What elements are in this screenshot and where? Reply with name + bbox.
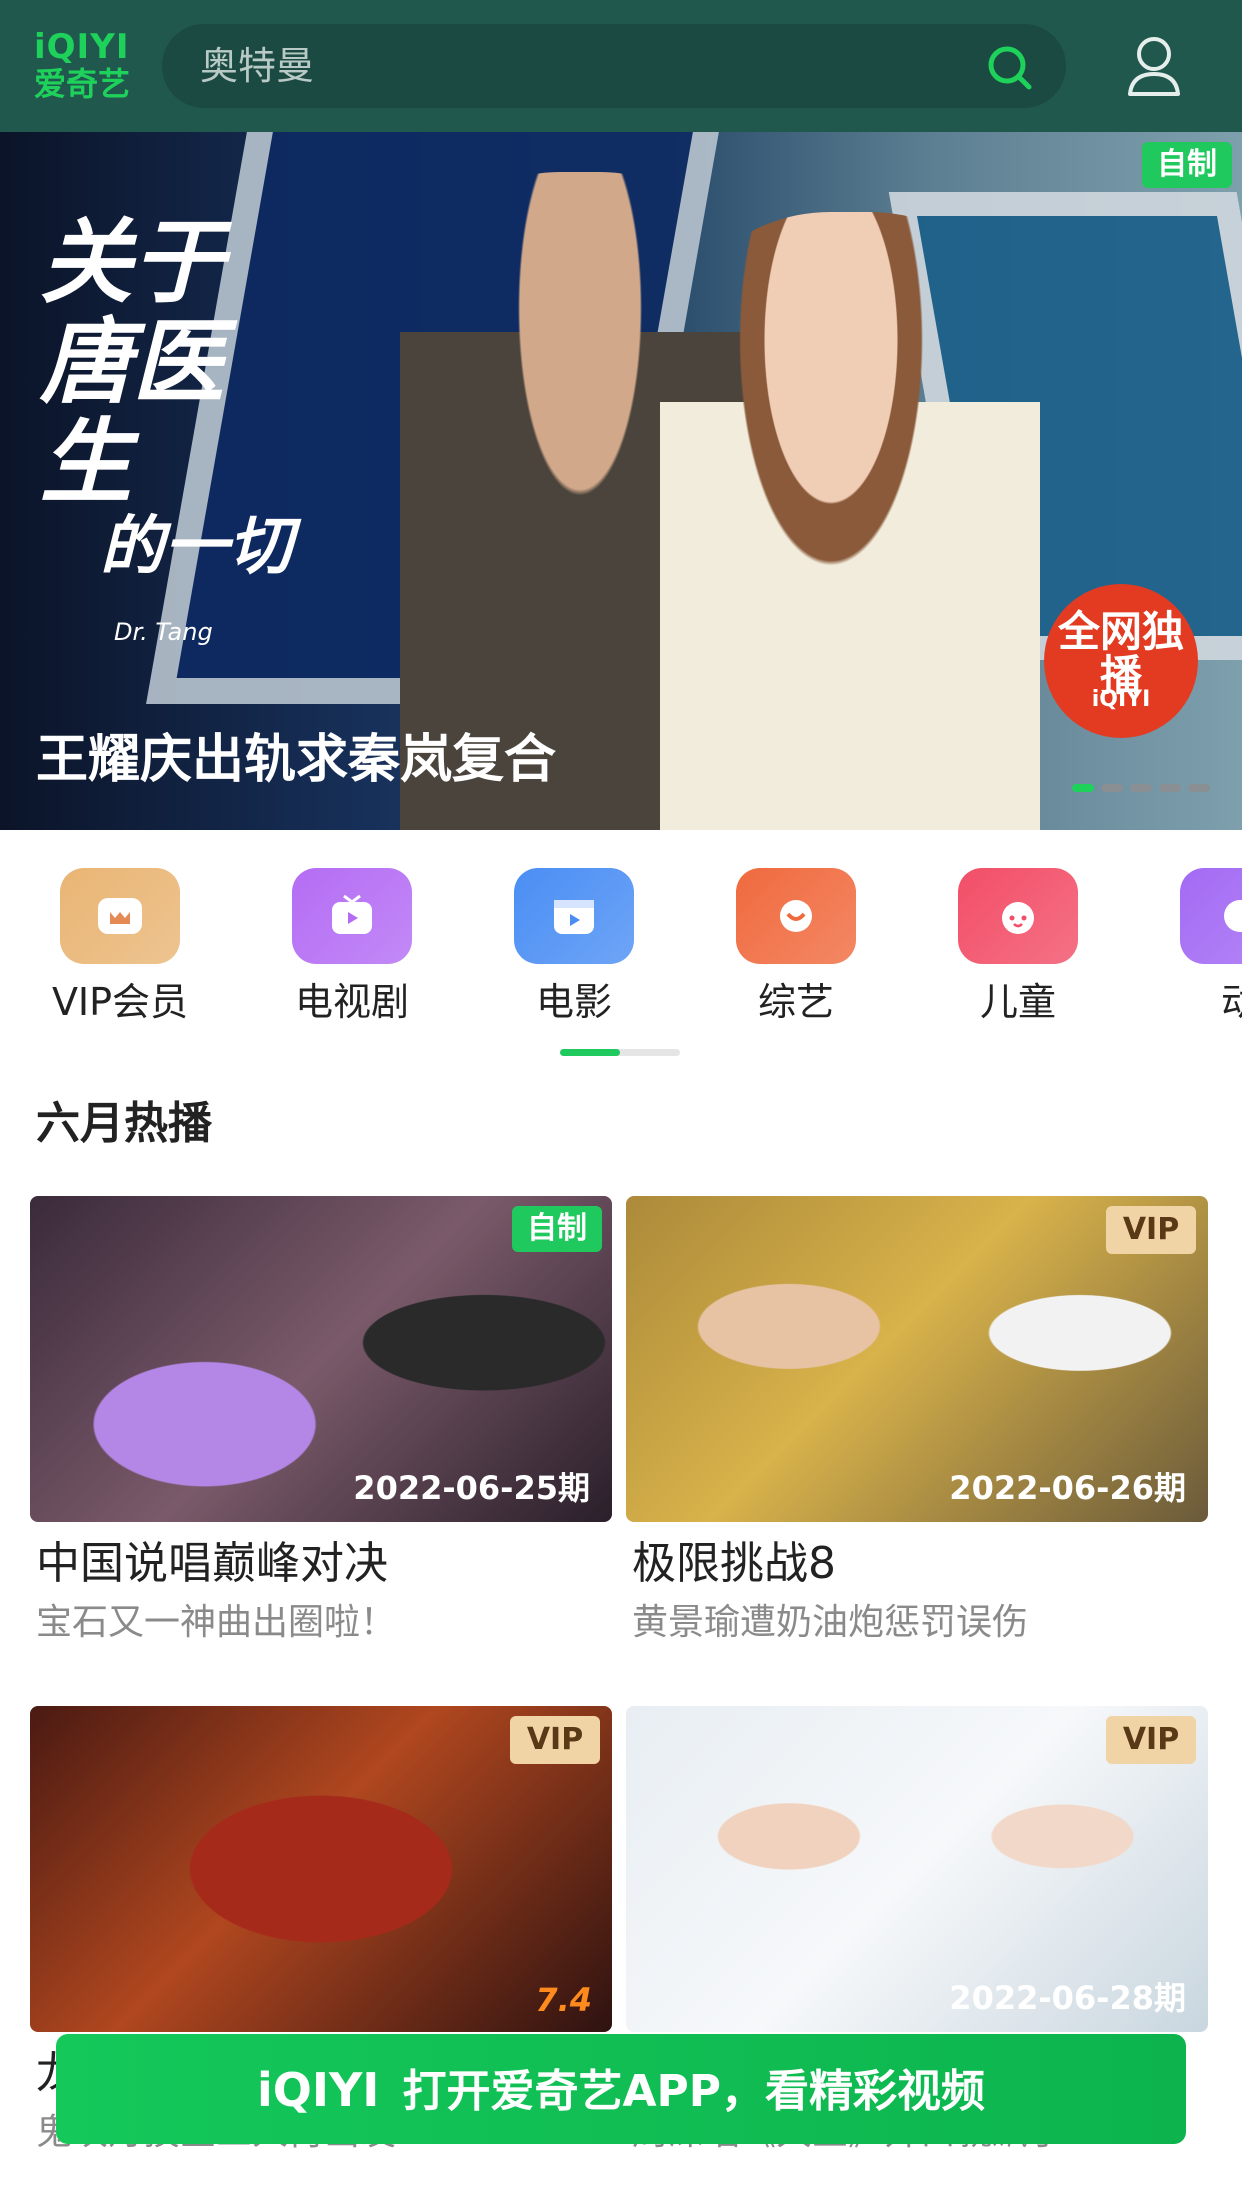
tv-icon: [292, 868, 412, 964]
category-item[interactable]: VIP会员: [20, 868, 220, 1038]
video-title: 中国说唱巅峰对决: [36, 1538, 388, 1589]
title-art-en: Dr. Tang: [114, 618, 213, 646]
category-label: 综艺: [757, 980, 834, 1024]
video-thumbnail[interactable]: 自制 2022-06-25期: [30, 1196, 612, 1522]
pagination-dot[interactable]: [1101, 784, 1123, 792]
user-icon[interactable]: [1124, 34, 1184, 98]
title-art-main: 关于唐医生: [40, 208, 225, 516]
search-icon[interactable]: [986, 44, 1032, 90]
category-label: 电影: [535, 980, 612, 1024]
episode-date: 2022-06-25期: [353, 1469, 590, 1507]
hero-banner[interactable]: 关于唐医生 的一切 Dr. Tang 自制 全网独播 iQIYI 王耀庆出轨求秦…: [0, 132, 1242, 830]
vip-crown-icon: [60, 868, 180, 964]
stamp-text: 全网独播: [1057, 607, 1184, 700]
video-subtitle: 黄景瑜遭奶油炮惩罚误伤: [632, 1602, 1029, 1643]
category-scroll-thumb: [560, 1049, 620, 1056]
vip-badge: VIP: [1106, 1206, 1196, 1254]
banner-caption: 王耀庆出轨求秦岚复合: [36, 730, 557, 790]
logo-text-latin: iQIYI: [34, 27, 130, 67]
category-item[interactable]: 电影: [474, 868, 674, 1038]
category-label: 动: [1220, 980, 1242, 1024]
original-badge: 自制: [512, 1206, 602, 1252]
category-item[interactable]: 动: [1140, 868, 1242, 1038]
pagination-dot[interactable]: [1159, 784, 1181, 792]
pagination-dot[interactable]: [1072, 784, 1094, 792]
category-item[interactable]: 综艺: [696, 868, 896, 1038]
anime-icon: [1180, 868, 1242, 964]
category-row: VIP会员 电视剧 电影 综艺 儿童 动: [0, 830, 1242, 1060]
category-item[interactable]: 儿童: [918, 868, 1118, 1038]
logo-text-chinese: 爱奇艺: [34, 65, 131, 103]
banner-show-title-art: 关于唐医生 的一切 Dr. Tang: [40, 212, 300, 682]
search-bar[interactable]: 奥特曼: [162, 24, 1066, 108]
video-card[interactable]: 自制 2022-06-25期中国说唱巅峰对决宝石又一神曲出圈啦！: [30, 1196, 612, 1656]
vip-badge: VIP: [510, 1716, 600, 1764]
exclusive-stamp: 全网独播 iQIYI: [1044, 584, 1198, 738]
open-app-label: 打开爱奇艺APP，看精彩视频: [402, 2066, 986, 2117]
top-header: iQIYI 爱奇艺 奥特曼: [0, 0, 1242, 132]
category-item[interactable]: 电视剧: [252, 868, 452, 1038]
banner-actress-figure: [660, 212, 1040, 830]
open-app-button[interactable]: iQIYI 打开爱奇艺APP，看精彩视频: [56, 2034, 1186, 2144]
video-thumbnail[interactable]: VIP 2022-06-28期: [626, 1706, 1208, 2032]
kids-face-icon: [958, 868, 1078, 964]
pagination-dot[interactable]: [1130, 784, 1152, 792]
category-label: 儿童: [979, 980, 1056, 1024]
video-subtitle: 宝石又一神曲出圈啦！: [36, 1602, 397, 1643]
video-title: 极限挑战8: [632, 1538, 836, 1589]
original-badge: 自制: [1142, 142, 1232, 188]
episode-date: 2022-06-26期: [949, 1469, 1186, 1507]
rating-score: 7.4: [535, 1981, 592, 2019]
title-art-sub: 的一切: [100, 509, 292, 584]
video-thumbnail[interactable]: VIP 2022-06-26期: [626, 1196, 1208, 1522]
category-label: VIP会员: [51, 980, 189, 1024]
search-input[interactable]: 奥特曼: [200, 44, 314, 88]
variety-icon: [736, 868, 856, 964]
open-app-brand: iQIYI: [256, 2063, 380, 2117]
stamp-brand: iQIYI: [1091, 687, 1151, 712]
video-card[interactable]: VIP 2022-06-26期极限挑战8 黄景瑜遭奶油炮惩罚误伤: [626, 1196, 1208, 1656]
episode-date: 2022-06-28期: [949, 1979, 1186, 2017]
section-title: 六月热播: [36, 1098, 212, 1149]
category-label: 电视剧: [294, 980, 409, 1024]
vip-badge: VIP: [1106, 1716, 1196, 1764]
iqiyi-logo[interactable]: iQIYI 爱奇艺: [34, 30, 130, 102]
video-thumbnail[interactable]: VIP 7.4: [30, 1706, 612, 2032]
movie-clapper-icon: [514, 868, 634, 964]
pagination-dot[interactable]: [1188, 784, 1210, 792]
